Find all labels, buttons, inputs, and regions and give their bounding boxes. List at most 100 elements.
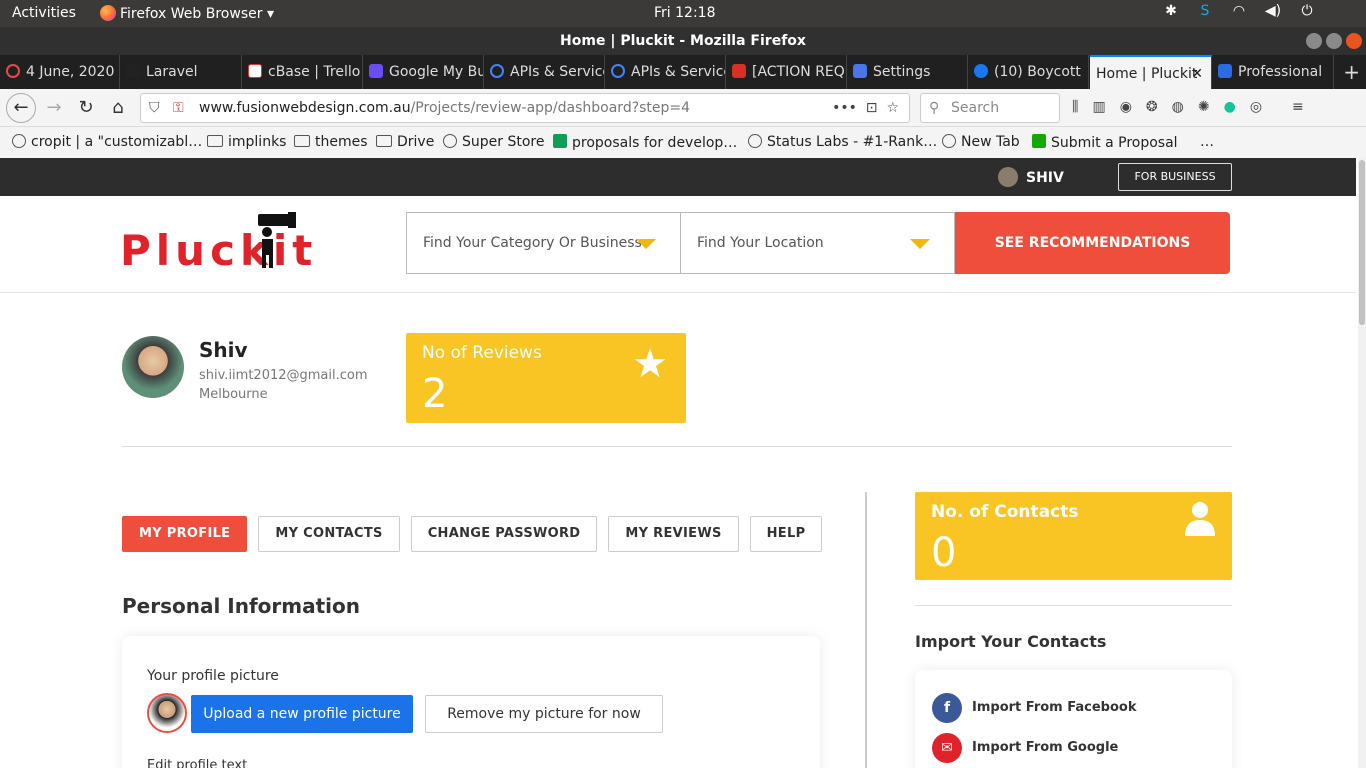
see-recommendations-button[interactable]: SEE RECOMMENDATIONS [955,212,1230,274]
color-picker-icon[interactable]: ◉ [1120,99,1132,115]
volume-icon[interactable]: ◀) [1262,3,1284,23]
scrollbar-thumb[interactable] [1359,160,1365,325]
bookmark-folder[interactable]: Drive [376,134,434,150]
bookmark-item[interactable]: Super Store [443,134,544,150]
profile-tabs: MY PROFILE MY CONTACTS CHANGE PASSWORD M… [122,516,823,552]
edit-profile-text-label: Edit profile text [147,758,248,768]
user-menu[interactable]: SHIV [998,167,1064,187]
folder-icon [376,135,392,147]
bookmark-item[interactable]: New Tab [942,134,1020,150]
forward-button[interactable]: → [40,94,68,122]
bookmark-star-icon[interactable]: ☆ [886,100,899,116]
home-button[interactable]: ⌂ [104,94,132,122]
browser-tab[interactable]: APIs & Services [484,55,605,89]
new-tab-button[interactable]: + [1343,55,1360,89]
person-icon [1185,502,1215,536]
tab-favicon-icon [369,64,383,78]
profile-email: shiv.iimt2012@gmail.com [199,368,368,383]
tab-my-reviews[interactable]: MY REVIEWS [608,516,739,552]
bookmark-folder[interactable]: themes [294,134,368,150]
bookmark-item[interactable]: Status Labs - #1-Rank… [748,134,937,150]
browser-tab[interactable]: Google My Business [363,55,484,89]
tab-help[interactable]: HELP [749,516,823,552]
sidebar-icon[interactable]: ▥ [1092,99,1105,115]
search-bar[interactable]: ⚲ Search [920,93,1060,123]
url-domain: www.fusionwebdesign.com.au [199,100,411,116]
profile-picture-thumbnail [147,693,187,733]
more-actions-icon[interactable]: ••• [832,100,857,116]
library-icon[interactable]: ⫼ [1072,99,1078,115]
account-icon[interactable]: ◍ [1172,99,1184,115]
reload-button[interactable]: ↻ [72,94,100,122]
browser-tab[interactable]: Laravel [120,55,242,89]
browser-tab[interactable]: APIs & Services [605,55,726,89]
browser-nav-bar: ← → ↻ ⌂ ⛉ ⚿ www.fusionwebdesign.com.au/P… [0,89,1366,127]
globe-extension-icon[interactable]: ◎ [1250,99,1262,115]
close-tab-icon[interactable]: ✕ [1191,57,1203,89]
app-menu[interactable]: Firefox Web Browser ▾ [100,5,274,22]
reviews-stat-card: No of Reviews 2 ★ [406,333,686,423]
url-bar[interactable]: ⛉ ⚿ www.fusionwebdesign.com.au/Projects/… [140,93,910,123]
tab-label: cBase | Trello [268,64,361,80]
minimize-icon[interactable] [1306,33,1322,49]
extension-icon[interactable]: ❂ [1146,99,1158,115]
logo-figure-icon [258,212,296,268]
grammarly-icon[interactable]: ● [1224,99,1236,115]
profile-city: Melbourne [199,387,268,402]
google-icon [490,64,504,78]
pocket-icon[interactable]: ⊡ [866,100,878,116]
skype-icon[interactable]: S [1194,3,1216,23]
browser-tab-active[interactable]: Home | Pluckit ✕ [1090,55,1212,89]
import-google-link[interactable]: ✉ Import From Google [932,733,1118,763]
import-facebook-link[interactable]: f Import From Facebook [932,693,1136,723]
activities-button[interactable]: Activities [12,5,76,21]
section-divider [122,446,1232,447]
bookmark-label: … [1200,134,1214,150]
upload-picture-button[interactable]: Upload a new profile picture [191,695,413,733]
browser-tab[interactable]: cBase | Trello [242,55,363,89]
location-search-dropdown[interactable]: Find Your Location [680,212,955,274]
shield-icon[interactable]: ⛉ [149,94,160,122]
power-icon[interactable]: ⏻ [1296,3,1318,23]
browser-tab[interactable]: 4 June, 2020 [0,55,120,89]
tab-label: Laravel [146,64,198,80]
globe-icon [942,134,956,148]
browser-tab[interactable]: (10) Boycott [968,55,1089,89]
browser-tab[interactable]: Professional [1212,55,1334,89]
sheets-icon [553,134,567,148]
profile-name: Shiv [199,338,248,362]
url-path: /Projects/review-app/dashboard?step=4 [410,100,691,116]
tab-my-contacts[interactable]: MY CONTACTS [258,516,400,552]
settings-extension-icon[interactable]: ✺ [1198,99,1210,115]
tab-label: APIs & Services [510,64,604,80]
avatar [998,167,1018,187]
tab-my-profile[interactable]: MY PROFILE [122,516,248,552]
wifi-icon[interactable]: ◠ [1228,3,1250,23]
contacts-stat-card: No. of Contacts 0 [915,492,1232,580]
browser-tab[interactable]: Settings [847,55,968,89]
back-button[interactable]: ← [6,93,36,123]
page-scrollbar[interactable] [1358,158,1366,768]
slack-icon[interactable]: ✱ [1160,3,1182,23]
menu-icon[interactable]: ≡ [1292,99,1304,115]
bookmarks-overflow-button[interactable]: … [1200,134,1214,150]
vertical-divider [865,492,867,768]
insecure-lock-icon[interactable]: ⚿ [173,94,184,122]
bookmark-item[interactable]: Submit a Proposal [1032,134,1178,151]
upwork-icon [1032,134,1046,148]
for-business-button[interactable]: FOR BUSINESS [1118,163,1232,191]
clock[interactable]: Fri 12:18 [654,5,715,21]
tab-change-password[interactable]: CHANGE PASSWORD [410,516,598,552]
import-contacts-title: Import Your Contacts [915,632,1107,651]
folder-icon [294,135,310,147]
bookmark-item[interactable]: proposals for develop… [553,134,737,151]
bookmark-folder[interactable]: implinks [207,134,286,150]
close-icon[interactable] [1346,33,1362,49]
tab-favicon-icon [248,64,262,78]
category-search-dropdown[interactable]: Find Your Category Or Business [406,212,681,274]
remove-picture-button[interactable]: Remove my picture for now [425,695,663,733]
bookmark-item[interactable]: cropit | a "customizabl… [12,134,202,150]
maximize-icon[interactable] [1326,33,1342,49]
facebook-icon: f [932,693,962,723]
browser-tab[interactable]: [ACTION REQUIRED] [726,55,847,89]
